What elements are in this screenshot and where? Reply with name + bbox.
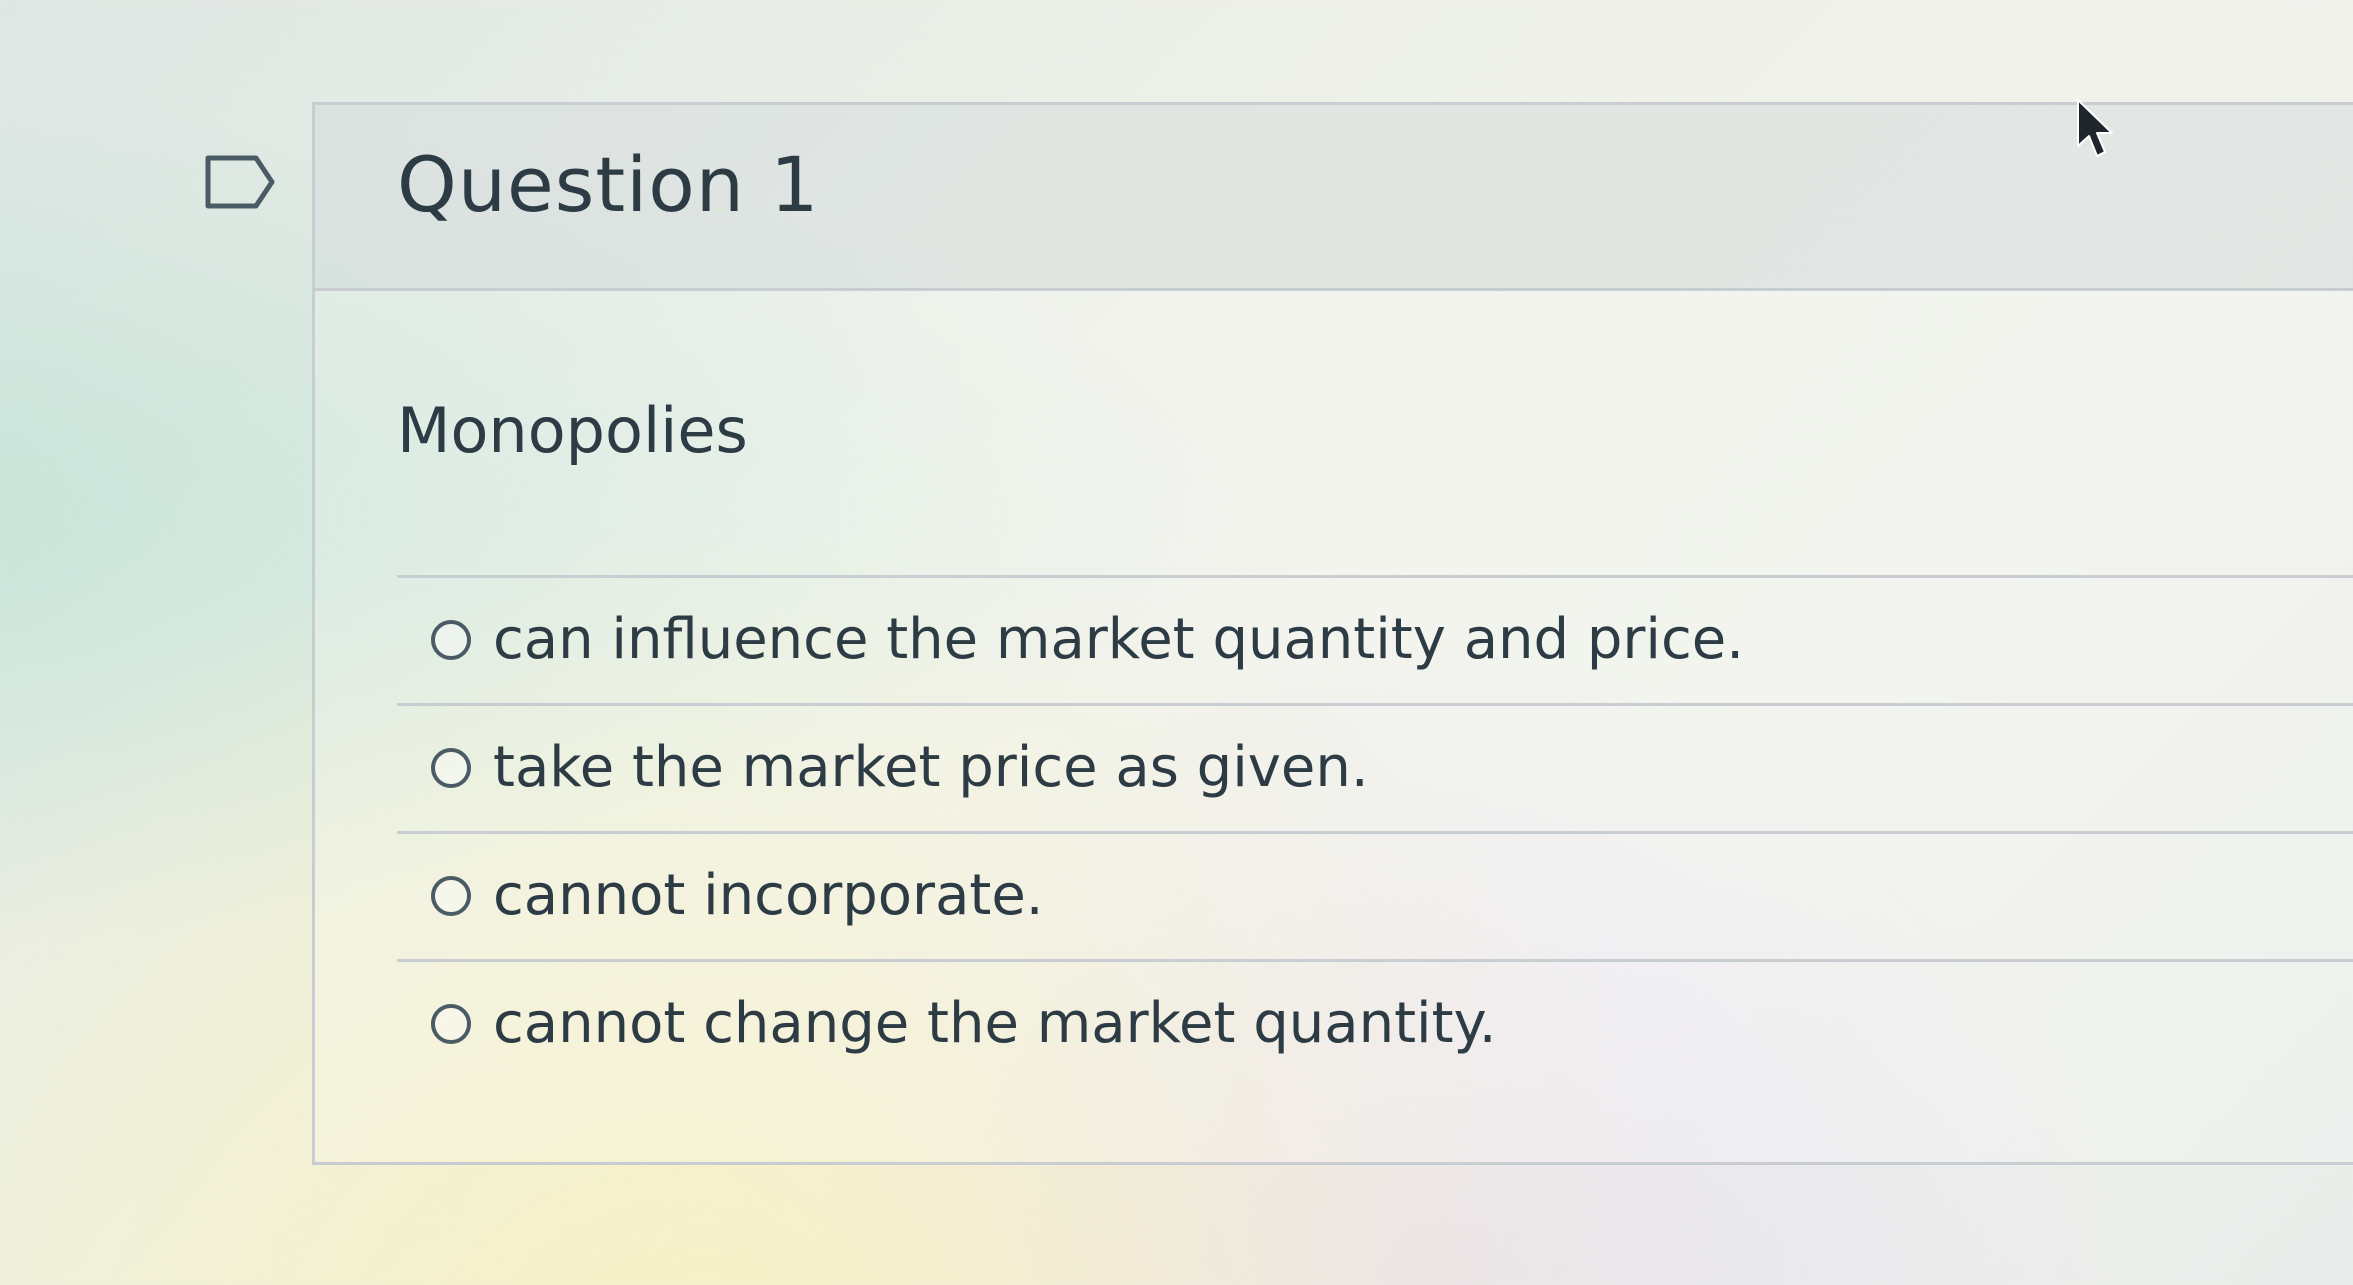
radio-button[interactable] — [431, 748, 471, 788]
flag-question-icon[interactable] — [204, 154, 276, 210]
mouse-pointer-icon — [2077, 99, 2113, 157]
answer-list: can influence the market quantity and pr… — [397, 575, 2353, 1087]
radio-button[interactable] — [431, 876, 471, 916]
answer-option[interactable]: cannot incorporate. — [397, 831, 2353, 959]
radio-button[interactable] — [431, 620, 471, 660]
answer-label[interactable]: cannot incorporate. — [493, 868, 1044, 924]
answer-option[interactable]: take the market price as given. — [397, 703, 2353, 831]
answer-label[interactable]: cannot change the market quantity. — [493, 996, 1497, 1052]
answer-option[interactable]: can influence the market quantity and pr… — [397, 575, 2353, 703]
radio-button[interactable] — [431, 1004, 471, 1044]
question-title: Question 1 — [397, 140, 820, 229]
answer-label[interactable]: can influence the market quantity and pr… — [493, 612, 1744, 668]
question-text: Monopolies — [397, 394, 748, 467]
question-card: Question 1 Monopolies can influence the … — [312, 102, 2353, 1165]
answer-option[interactable]: cannot change the market quantity. — [397, 959, 2353, 1087]
answer-label[interactable]: take the market price as given. — [493, 740, 1369, 796]
question-header: Question 1 — [315, 105, 2353, 291]
